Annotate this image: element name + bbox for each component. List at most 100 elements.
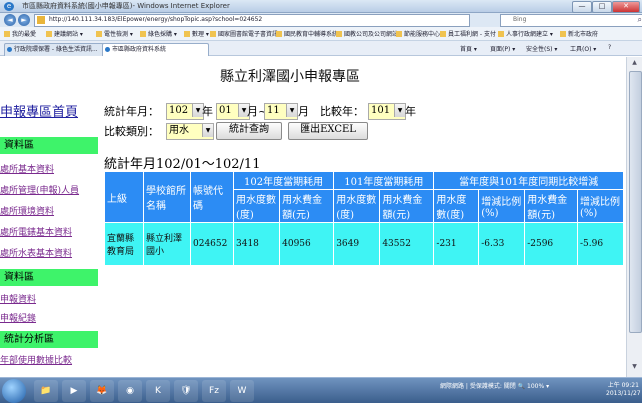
taskbar-shield-icon[interactable]: 🛡 — [174, 380, 198, 402]
address-bar[interactable]: http://140.111.34.183/ElEpower/energy/sh… — [34, 14, 470, 27]
sidebar-link-site-basic[interactable]: 處所基本資料 — [0, 162, 54, 175]
group-header: 102年度當期耗用 — [232, 171, 335, 190]
table-cell: 43552 — [379, 222, 435, 266]
month-suffix: 月 — [298, 105, 309, 118]
favorite-item[interactable]: 國家圖書館電子書資訊 — [210, 29, 278, 38]
favorite-item[interactable]: 人事行政網建立 ▾ — [498, 29, 553, 38]
page-title: 縣立利澤國小申報專區 — [220, 69, 360, 85]
column-header: 用水度數(度) — [433, 189, 480, 223]
compare-type-value: 用水 — [169, 125, 189, 136]
vertical-scrollbar[interactable]: ▲ ▼ — [626, 57, 642, 377]
favorite-item[interactable]: 國民教育中輔導系統 — [276, 29, 338, 38]
table-header-row: 上級 學校館所名稱 帳號代碼 102年度當期耗用 101年度當期耗用 當年度與1… — [104, 171, 624, 223]
system-tray[interactable]: 網際網路 | 受保護模式: 關閉 🔍 100% ▾ — [440, 381, 549, 390]
favorite-item[interactable]: 員工福利網 - 支付 — [440, 29, 496, 38]
export-excel-button[interactable]: 匯出EXCEL — [288, 122, 368, 140]
column-header: 增減比例(%) — [478, 189, 526, 223]
sidebar-section-header: 資料區 — [0, 137, 98, 154]
address-row: ◄ ► http://140.111.34.183/ElEpower/energ… — [0, 13, 642, 27]
month-from-select[interactable]: 01 ▼ — [216, 103, 250, 120]
year-select-value: 102 — [169, 105, 189, 116]
browser-tab[interactable]: 行政院環保署 - 綠色生活資訊... — [4, 43, 111, 56]
clock[interactable]: 上午 09:21 2013/11/27 — [606, 382, 641, 398]
table-cell: 縣立利澤國小 — [143, 222, 191, 266]
month-to-value: 11 — [267, 105, 280, 116]
column-header: 用水度數(度) — [232, 189, 281, 223]
compare-year-label: 比較年： — [320, 105, 364, 118]
taskbar-word-icon[interactable]: W — [230, 380, 254, 402]
minimize-button[interactable]: — — [572, 1, 592, 13]
favorite-item[interactable]: 電性檢測 ▾ — [96, 29, 133, 38]
stats-heading: 統計年月102/01～102/11 — [104, 157, 261, 172]
sidebar-link-site-environment[interactable]: 處所環境資料 — [0, 204, 54, 217]
favorite-item[interactable]: 我的最愛 — [4, 29, 36, 38]
column-header: 上級 — [104, 171, 144, 223]
table-cell: 40956 — [279, 222, 335, 266]
group-header: 當年度與101年度同期比較增減 — [433, 171, 624, 190]
sidebar-section-header: 統計分析區 — [0, 331, 98, 348]
sidebar-link-report-records[interactable]: 申報紀錄 — [0, 311, 36, 324]
month-to-select[interactable]: 11 ▼ — [264, 103, 298, 120]
window-title-bar: e 市區縣政府資料系統(國小申報專區)- Windows Internet Ex… — [0, 0, 642, 13]
taskbar: 📁 ▶ 🦊 ◉ K 🛡 Fz W 網際網路 | 受保護模式: 關閉 🔍 100%… — [0, 377, 642, 403]
back-button[interactable]: ◄ — [4, 14, 16, 26]
table-row: 宜蘭縣教育局 縣立利澤國小 024652 3418 40956 3649 435… — [104, 222, 624, 266]
favorite-item[interactable]: 國教公司及公司網站 — [336, 29, 398, 38]
compare-year-select[interactable]: 101 ▼ — [368, 103, 406, 120]
taskbar-media-icon[interactable]: ▶ — [62, 380, 86, 402]
scrollbar-thumb[interactable] — [629, 71, 642, 333]
taskbar-chrome-icon[interactable]: ◉ — [118, 380, 142, 402]
home-menu[interactable]: 首頁 ▾ — [460, 44, 477, 53]
search-input[interactable]: Bing ⌕ — [500, 14, 642, 27]
favorite-item[interactable]: 數理 ▾ — [184, 29, 209, 38]
table-cell: -231 — [433, 222, 480, 266]
table-cell: -6.33 — [478, 222, 526, 266]
clock-time: 上午 09:21 — [607, 382, 639, 389]
ie-logo-icon: e — [4, 2, 14, 11]
column-header: 帳號代碼 — [190, 171, 234, 223]
compare-type-select[interactable]: 用水 ▼ — [166, 123, 214, 140]
chevron-down-icon: ▼ — [394, 104, 405, 117]
column-header: 用水度數(度) — [333, 189, 381, 223]
favorites-bar: 我的最愛 建議網站 ▾ 電性檢測 ▾ 綠色採購 ▾ 數理 ▾ 國家圖書館電子書資… — [0, 27, 642, 41]
year-select[interactable]: 102 ▼ — [166, 103, 204, 120]
start-button[interactable] — [2, 379, 26, 403]
taskbar-k-icon[interactable]: K — [146, 380, 170, 402]
favorite-item[interactable]: 新北市政府 — [560, 29, 598, 38]
tools-menu[interactable]: 工具(O) ▾ — [570, 44, 596, 53]
sidebar-link-site-staff[interactable]: 處所管理(申報)人員 — [0, 183, 79, 196]
sidebar-link-report-data[interactable]: 申報資料 — [0, 292, 36, 305]
table-cell: 024652 — [190, 222, 234, 266]
maximize-button[interactable]: □ — [592, 1, 612, 13]
scroll-up-icon[interactable]: ▲ — [629, 59, 640, 69]
sidebar-link-electric-meter[interactable]: 處所電錶基本資料 — [0, 225, 72, 238]
forward-button[interactable]: ► — [18, 14, 30, 26]
taskbar-firefox-icon[interactable]: 🦊 — [90, 380, 114, 402]
table-cell: 3649 — [333, 222, 381, 266]
query-button[interactable]: 統計查詢 — [216, 122, 282, 140]
browser-tab-active[interactable]: 市區縣政府資料系統 — [102, 43, 209, 56]
address-text: http://140.111.34.183/ElEpower/energy/sh… — [49, 16, 263, 23]
stats-table: 上級 學校館所名稱 帳號代碼 102年度當期耗用 101年度當期耗用 當年度與1… — [104, 171, 624, 266]
page-menu[interactable]: 頁面(P) ▾ — [490, 44, 515, 53]
chevron-down-icon: ▼ — [202, 124, 213, 137]
compare-year-value: 101 — [371, 105, 391, 116]
column-header: 用水費金額(元) — [279, 189, 335, 223]
help-menu[interactable]: ? — [608, 44, 611, 51]
compare-type-label: 比較類別： — [104, 125, 159, 138]
search-placeholder: Bing — [513, 16, 527, 23]
group-header: 101年度當期耗用 — [333, 171, 435, 190]
scroll-down-icon[interactable]: ▼ — [629, 363, 640, 373]
search-icon[interactable]: ⌕ — [638, 15, 642, 25]
column-header: 用水費金額(元) — [379, 189, 435, 223]
favorite-item[interactable]: 建議網站 ▾ — [46, 29, 83, 38]
sidebar-link-usage-compare[interactable]: 年部使用數據比較 — [0, 353, 72, 366]
safety-menu[interactable]: 安全性(S) ▾ — [526, 44, 557, 53]
favorite-item[interactable]: 綠色採購 ▾ — [140, 29, 177, 38]
home-link[interactable]: 申報專區首頁 — [0, 101, 78, 120]
close-button[interactable]: ✕ — [612, 1, 640, 13]
taskbar-filezilla-icon[interactable]: Fz — [202, 380, 226, 402]
favorite-item[interactable]: 節能服務中心 — [396, 29, 440, 38]
taskbar-explorer-icon[interactable]: 📁 — [34, 380, 58, 402]
sidebar-link-water-meter[interactable]: 處所水表基本資料 — [0, 246, 72, 259]
